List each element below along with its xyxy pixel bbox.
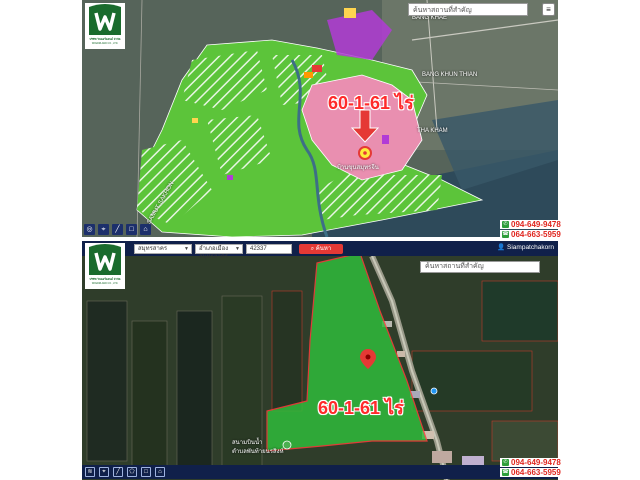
phone-number: 064-663-5959 — [511, 230, 561, 239]
place-label: BANG KHUN THIAN — [422, 72, 478, 78]
phone-tag[interactable]: ☎ 064-663-5959 — [500, 230, 563, 239]
pin-icon[interactable]: ⌖ — [98, 224, 109, 235]
code-input[interactable]: 42337 — [246, 243, 292, 254]
place-search-input[interactable]: ค้นหาสถานที่สำคัญ — [420, 261, 540, 273]
phone-tag[interactable]: ☎ 064-663-5959 — [500, 468, 563, 477]
phone-number: 094-649-9478 — [511, 458, 561, 467]
phone-icon: ☎ — [502, 469, 509, 476]
top-navbar: สมุทรสาคร ▼ อำเภอเมืองสมุทรสาคร ▼ 42337 … — [82, 241, 558, 260]
map-toolbar: ≋ ⌖ ╱ ⬠ □ ⌂ — [82, 465, 558, 479]
logo-mark — [89, 244, 121, 275]
phone-icon: ☎ — [502, 231, 509, 238]
hamburger-icon[interactable]: ≡ — [542, 3, 555, 16]
logo-subcaption: WINAIRLAND CO., LTD. — [91, 42, 119, 45]
zoning-map-panel[interactable]: BANG KHAE BANG KHUN THIAN THA KHAM SAMUT… — [82, 0, 558, 237]
logo-caption: บริษัท วินแอร์แลนด์ จำกัด — [89, 277, 121, 281]
satellite-map-panel[interactable]: สมุทรสาคร ▼ อำเภอเมืองสมุทรสาคร ▼ 42337 … — [82, 241, 558, 480]
place-search-input[interactable]: ค้นหาสถานที่สำคัญ — [408, 3, 528, 16]
map-toolbar: ◎ ⌖ ╱ □ ⌂ — [82, 224, 151, 237]
district-select[interactable]: อำเภอเมืองสมุทรสาคร ▼ — [195, 243, 243, 260]
home-icon[interactable]: ⌂ — [155, 467, 165, 477]
logo-caption: บริษัท วินแอร์แลนด์ จำกัด — [89, 37, 121, 41]
area-size-label: 60-1-61 ไร่ — [318, 398, 404, 418]
line-icon[interactable]: ╱ — [113, 467, 123, 477]
chevron-down-icon: ▼ — [184, 245, 189, 252]
line-app-icon: ✆ — [502, 459, 509, 466]
user-menu[interactable]: 👤 Siampatchakorn — [497, 243, 554, 253]
province-select-value: สมุทรสาคร — [138, 245, 168, 252]
province-select[interactable]: สมุทรสาคร ▼ — [134, 243, 192, 254]
phone-number: 064-663-5959 — [511, 468, 561, 477]
user-icon: 👤 — [497, 244, 508, 251]
contact-phones: ✆ 094-649-9478 ☎ 064-663-5959 — [500, 458, 563, 477]
zoning-map[interactable] — [82, 0, 558, 237]
place-label: ตำบลพันท้ายนรสิงห์ — [232, 449, 284, 455]
company-logo: บริษัท วินแอร์แลนด์ จำกัด WINAIRLAND CO.… — [85, 243, 125, 289]
square-icon[interactable]: □ — [126, 224, 137, 235]
logo-subcaption: WINAIRLAND CO., LTD. — [91, 282, 119, 285]
line-icon[interactable]: ╱ — [112, 224, 123, 235]
chevron-down-icon: ▼ — [235, 245, 240, 252]
place-label: THA KHAM — [417, 128, 448, 134]
pin-icon[interactable]: ⌖ — [99, 467, 109, 477]
logo-mark — [88, 4, 122, 36]
phone-number: 094-649-9478 — [511, 220, 561, 229]
page: BANG KHAE BANG KHUN THIAN THA KHAM SAMUT… — [0, 0, 640, 480]
phone-tag[interactable]: ✆ 094-649-9478 — [500, 220, 563, 229]
layers-icon[interactable]: ≋ — [85, 467, 95, 477]
contact-phones: ✆ 094-649-9478 ☎ 064-663-5959 — [500, 220, 563, 239]
search-button[interactable]: ⌕ ค้นหา — [299, 243, 343, 254]
polygon-icon[interactable]: ⬠ — [127, 467, 137, 477]
area-size-label: 60-1-61 ไร่ — [328, 93, 414, 113]
place-label: บ้านขุนสมุทรจีน — [337, 165, 379, 171]
user-name: Siampatchakorn — [507, 244, 554, 251]
phone-tag[interactable]: ✆ 094-649-9478 — [500, 458, 563, 467]
line-app-icon: ✆ — [502, 221, 509, 228]
search-button-label: ค้นหา — [315, 245, 332, 252]
company-logo: บริษัท วินแอร์แลนด์ จำกัด WINAIRLAND CO.… — [85, 3, 125, 49]
satellite-map[interactable] — [82, 241, 558, 480]
district-select-value: อำเภอเมืองสมุทรสาคร — [199, 245, 229, 260]
home-icon[interactable]: ⌂ — [140, 224, 151, 235]
gps-icon[interactable]: ◎ — [84, 224, 95, 235]
square-icon[interactable]: □ — [141, 467, 151, 477]
